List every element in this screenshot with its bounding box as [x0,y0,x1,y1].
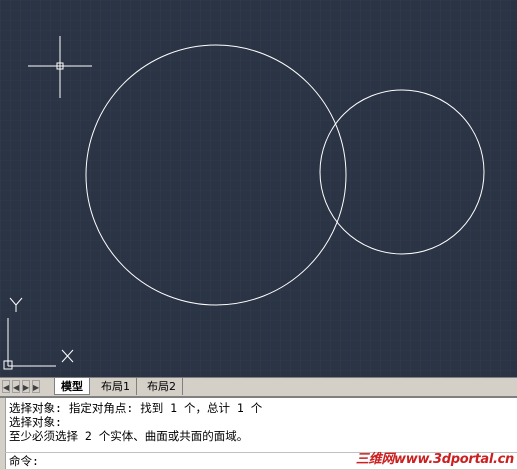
tab-layout2[interactable]: 布局2 [141,378,183,395]
command-history-line: 至少必须选择 2 个实体、曲面或共面的面域。 [9,429,249,443]
tab-model[interactable]: 模型 [54,378,90,395]
prev-tab-icon[interactable]: ◀ [12,380,20,393]
drawing-canvas[interactable]: Y X [0,0,517,377]
command-history-line: 选择对象: 指定对角点: 找到 1 个，总计 1 个 [9,401,263,415]
watermark: 三维网www.3dportal.cn [355,452,514,467]
drawing-grid [0,0,517,377]
first-tab-icon[interactable]: ◀ [2,380,10,393]
tab-layout1[interactable]: 布局1 [95,378,137,395]
drawing-svg[interactable]: Y X [0,0,517,377]
layout-tabs-bar: ◀ ◀ ▶ ▶ 模型 布局1 布局2 [0,377,517,396]
next-tab-icon[interactable]: ▶ [22,380,30,393]
last-tab-icon[interactable]: ▶ [32,380,40,393]
command-prompt-label: 命令: [9,454,39,468]
command-window: 选择对象: 指定对角点: 找到 1 个，总计 1 个 选择对象: 至少必须选择 … [0,396,517,469]
command-history-line: 选择对象: [9,415,62,429]
